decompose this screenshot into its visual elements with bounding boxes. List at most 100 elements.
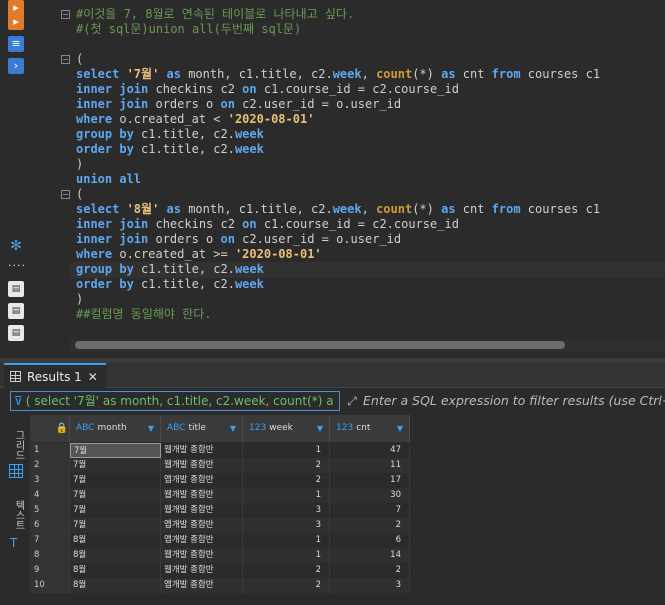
code-line[interactable]: union all <box>76 172 141 187</box>
code-line[interactable]: order by c1.title, c2.week <box>76 142 264 157</box>
code-line[interactable]: #이것을 7, 8월로 연속된 테이블로 나타내고 싶다. <box>76 7 354 22</box>
table-cell[interactable]: 앱개발 종합반 <box>161 473 243 488</box>
table-cell[interactable]: 8월 <box>70 563 161 578</box>
text-view-icon[interactable]: T <box>10 536 17 550</box>
code-line[interactable]: inner join orders o on c2.user_id = o.us… <box>76 232 401 247</box>
horizontal-scrollbar[interactable] <box>75 341 565 349</box>
code-line[interactable]: #(첫 sql문)union all(두번째 sql문) <box>76 22 301 37</box>
table-row[interactable]: 5 7월 웹개발 종합반 3 7 <box>30 503 410 518</box>
code-line[interactable]: group by c1.title, c2.week <box>76 262 264 277</box>
table-cell[interactable]: 8월 <box>70 578 161 593</box>
code-line[interactable]: select '8월' as month, c1.title, c2.week,… <box>76 202 600 217</box>
table-cell[interactable]: 웹개발 종합반 <box>161 563 243 578</box>
table-cell[interactable]: 웹개발 종합반 <box>161 488 243 503</box>
table-cell[interactable]: 앱개발 종합반 <box>161 578 243 593</box>
table-cell[interactable]: 7월 <box>70 473 161 488</box>
table-cell[interactable]: 7월 <box>70 458 161 473</box>
grid-view-icon[interactable] <box>9 464 23 478</box>
table-cell[interactable]: 앱개발 종합반 <box>161 533 243 548</box>
column-header-0[interactable]: ABC month ▼ <box>70 415 161 442</box>
table-cell[interactable]: 7월 <box>70 488 161 503</box>
table-cell[interactable]: 웹개발 종합반 <box>161 443 243 458</box>
table-row[interactable]: 3 7월 앱개발 종합반 2 17 <box>30 473 410 488</box>
table-cell[interactable]: 3 <box>330 578 410 593</box>
sort-arrow-icon[interactable]: ▼ <box>397 415 403 442</box>
load-script-icon[interactable]: ▤ <box>8 325 24 341</box>
table-cell[interactable]: 7월 <box>70 518 161 533</box>
code-line[interactable]: ( <box>76 187 83 202</box>
table-cell[interactable]: 1 <box>243 443 330 458</box>
table-row[interactable]: 1 7월 웹개발 종합반 1 47 <box>30 443 410 458</box>
table-row[interactable]: 2 7월 웹개발 종합반 2 11 <box>30 458 410 473</box>
fold-toggle-icon[interactable]: − <box>61 55 70 64</box>
table-cell[interactable]: 2 <box>243 578 330 593</box>
side-tab-text[interactable]: 텍스트 <box>6 495 26 535</box>
query-text-field[interactable]: ⊽( select '7월' as month, c1.title, c2.we… <box>10 391 340 411</box>
fold-toggle-icon[interactable]: − <box>61 190 70 199</box>
explain-plan-icon[interactable]: ≡ <box>8 36 24 52</box>
table-row[interactable]: 7 8월 앱개발 종합반 1 6 <box>30 533 410 548</box>
sort-arrow-icon[interactable]: ▼ <box>317 415 323 442</box>
table-cell[interactable]: 7월 <box>70 443 161 458</box>
table-cell[interactable]: 7 <box>330 503 410 518</box>
code-line[interactable]: group by c1.title, c2.week <box>76 127 264 142</box>
terminal-icon[interactable]: › <box>8 58 24 74</box>
more-options-icon[interactable]: ···· <box>8 258 25 274</box>
side-tab-grid[interactable]: 그리드 <box>6 425 26 465</box>
table-cell[interactable]: 17 <box>330 473 410 488</box>
export-script-icon[interactable]: ▤ <box>8 303 24 319</box>
code-line[interactable]: ( <box>76 52 83 67</box>
code-line[interactable]: order by c1.title, c2.week <box>76 277 264 292</box>
filter-expression-input[interactable]: Enter a SQL expression to filter results… <box>363 392 665 410</box>
code-line[interactable]: select '7월' as month, c1.title, c2.week,… <box>76 67 600 82</box>
table-cell[interactable]: 2 <box>330 563 410 578</box>
table-cell[interactable]: 30 <box>330 488 410 503</box>
table-cell[interactable]: 1 <box>243 533 330 548</box>
column-header-2[interactable]: 123 week ▼ <box>243 415 330 442</box>
table-cell[interactable]: 앱개발 종합반 <box>161 518 243 533</box>
column-header-1[interactable]: ABC title ▼ <box>161 415 243 442</box>
table-cell[interactable]: 6 <box>330 533 410 548</box>
table-row[interactable]: 6 7월 앱개발 종합반 3 2 <box>30 518 410 533</box>
code-line[interactable]: ) <box>76 157 83 172</box>
table-cell[interactable]: 7월 <box>70 503 161 518</box>
code-line[interactable]: inner join checkins c2 on c1.course_id =… <box>76 217 459 232</box>
sql-editor[interactable]: − #이것을 7, 8월로 연속된 테이블로 나타내고 싶다. #(첫 sql문)u… <box>30 0 665 358</box>
table-row[interactable]: 8 8월 웹개발 종합반 1 14 <box>30 548 410 563</box>
table-cell[interactable]: 2 <box>243 473 330 488</box>
table-cell[interactable]: 1 <box>243 548 330 563</box>
execute-script-icon[interactable]: ▸ <box>8 14 24 30</box>
tab-results-1[interactable]: Results 1 ✕ <box>4 363 106 388</box>
table-row[interactable]: 10 8월 앱개발 종합반 2 3 <box>30 578 410 593</box>
table-cell[interactable]: 14 <box>330 548 410 563</box>
sort-arrow-icon[interactable]: ▼ <box>230 415 236 442</box>
table-cell[interactable]: 2 <box>243 458 330 473</box>
table-row[interactable]: 4 7월 웹개발 종합반 1 30 <box>30 488 410 503</box>
code-line[interactable]: ##컬럼명 동일해야 한다. <box>76 307 211 322</box>
table-cell[interactable]: 8월 <box>70 548 161 563</box>
code-line[interactable]: where o.created_at < '2020-08-01' <box>76 112 314 127</box>
table-cell[interactable]: 2 <box>330 518 410 533</box>
code-line[interactable]: where o.created_at >= '2020-08-01' <box>76 247 322 262</box>
code-line[interactable]: ) <box>76 292 83 307</box>
code-line[interactable]: inner join checkins c2 on c1.course_id =… <box>76 82 459 97</box>
table-cell[interactable]: 3 <box>243 518 330 533</box>
table-cell[interactable]: 11 <box>330 458 410 473</box>
table-cell[interactable]: 1 <box>243 488 330 503</box>
table-cell[interactable]: 2 <box>243 563 330 578</box>
table-cell[interactable]: 8월 <box>70 533 161 548</box>
sort-arrow-icon[interactable]: ▼ <box>148 415 154 442</box>
expand-query-icon[interactable]: ⤢ <box>345 394 359 408</box>
table-cell[interactable]: 웹개발 종합반 <box>161 548 243 563</box>
fold-toggle-icon[interactable]: − <box>61 10 70 19</box>
table-row[interactable]: 9 8월 웹개발 종합반 2 2 <box>30 563 410 578</box>
table-cell[interactable]: 웹개발 종합반 <box>161 503 243 518</box>
code-line[interactable]: inner join orders o on c2.user_id = o.us… <box>76 97 401 112</box>
table-cell[interactable]: 47 <box>330 443 410 458</box>
table-cell[interactable]: 3 <box>243 503 330 518</box>
column-header-3[interactable]: 123 cnt ▼ <box>330 415 410 442</box>
close-tab-icon[interactable]: ✕ <box>88 370 98 384</box>
settings-gear-icon[interactable]: ✻ <box>8 238 24 254</box>
new-script-icon[interactable]: ▤ <box>8 281 24 297</box>
table-cell[interactable]: 웹개발 종합반 <box>161 458 243 473</box>
